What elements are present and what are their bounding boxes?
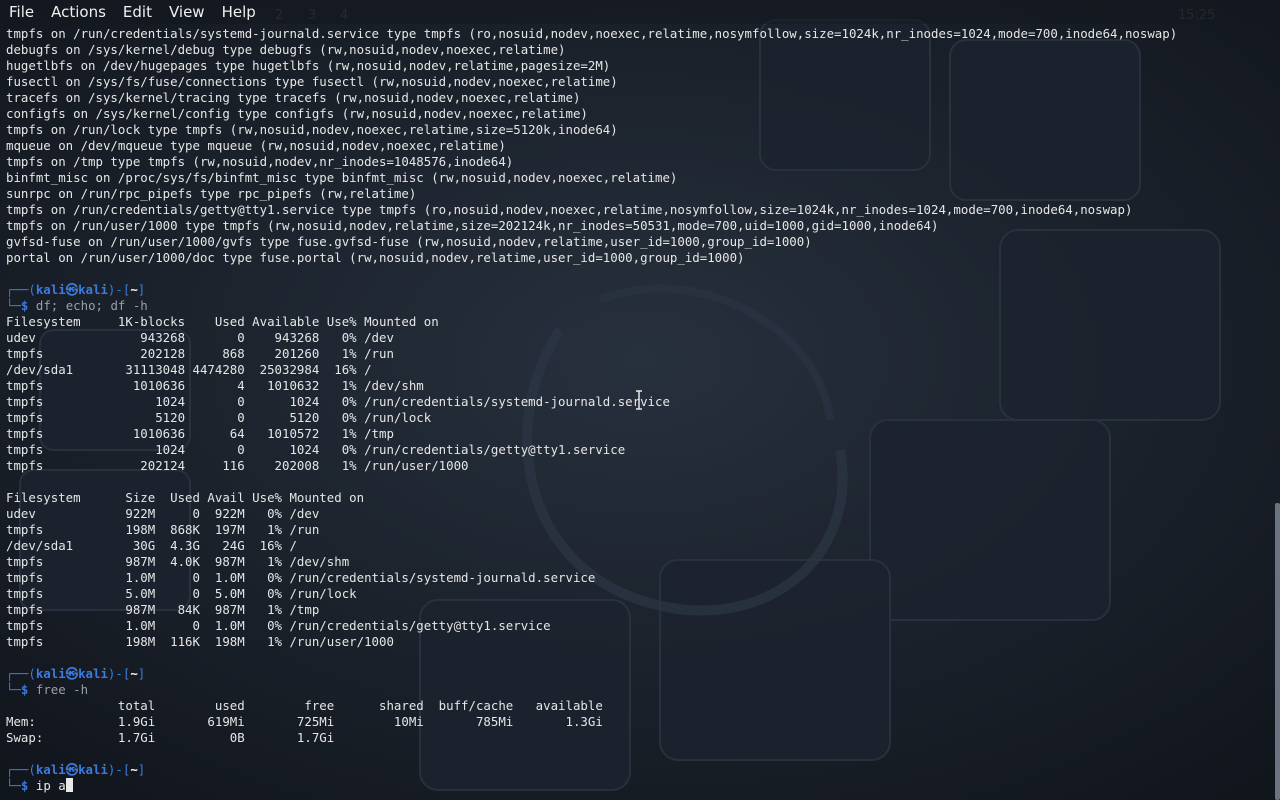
mount-output-line: sunrpc on /run/rpc_pipefs type rpc_pipef… bbox=[6, 186, 417, 201]
prompt-input-line: └─$ df; echo; df -h bbox=[6, 298, 1274, 314]
menu-actions[interactable]: Actions bbox=[43, 3, 115, 21]
df-output-line bbox=[6, 474, 1274, 490]
prompt-user: kali bbox=[35, 282, 66, 297]
free-output-line: Mem: 1.9Gi 619Mi 725Mi 10Mi 785Mi 1.3Gi bbox=[6, 714, 603, 729]
prompt-host: kali bbox=[78, 666, 108, 681]
prompt-dir: ~ bbox=[130, 762, 138, 777]
mount-output-line: hugetlbfs on /dev/hugepages type hugetlb… bbox=[6, 58, 611, 73]
prompt-frame: └─ bbox=[6, 298, 21, 313]
df-output-line: tmpfs 1.0M 0 1.0M 0% /run/credentials/ge… bbox=[6, 618, 551, 633]
mount-output-line: tmpfs on /run/user/1000 type tmpfs (rw,n… bbox=[6, 218, 939, 233]
mount-output-line: mqueue on /dev/mqueue type mqueue (rw,no… bbox=[6, 138, 506, 153]
prompt-input-line: └─$ ip a bbox=[6, 778, 1274, 794]
prompt-user: kali bbox=[35, 666, 66, 681]
df-output-line: tmpfs 987M 84K 987M 1% /tmp bbox=[6, 602, 320, 617]
df-output-line: tmpfs 202124 116 202008 1% /run/user/100… bbox=[6, 458, 469, 473]
mount-output-line: binfmt_misc on /proc/sys/fs/binfmt_misc … bbox=[6, 170, 678, 185]
prompt-frame: ┌──( bbox=[6, 282, 36, 297]
df-output-line: Filesystem Size Used Avail Use% Mounted … bbox=[6, 490, 365, 505]
mount-output-line: portal on /run/user/1000/doc type fuse.p… bbox=[6, 250, 745, 265]
text-cursor-icon bbox=[636, 390, 642, 410]
menu-file[interactable]: File bbox=[0, 3, 43, 21]
prompt-dir: ~ bbox=[130, 666, 138, 681]
menu-help[interactable]: Help bbox=[214, 3, 265, 21]
prompt-frame: ┌──( bbox=[6, 762, 36, 777]
df-output-line: tmpfs 987M 4.0K 987M 1% /dev/shm bbox=[6, 554, 350, 569]
df-output-line: tmpfs 1.0M 0 1.0M 0% /run/credentials/sy… bbox=[6, 570, 596, 585]
terminal-menubar: File Actions Edit View Help bbox=[0, 0, 1280, 24]
mount-output-line: tracefs on /sys/kernel/tracing type trac… bbox=[6, 90, 581, 105]
prompt-at-symbol: ㉿ bbox=[65, 762, 79, 777]
prompt-frame: ┌──( bbox=[6, 666, 36, 681]
prompt-frame: ] bbox=[137, 282, 146, 297]
mount-output-line: tmpfs on /run/credentials/getty@tty1.ser… bbox=[6, 202, 1133, 217]
prompt-header: ┌──(kali㉿kali)-[~] bbox=[6, 666, 1274, 682]
prompt-frame: )-[ bbox=[107, 666, 131, 681]
prompt-frame: )-[ bbox=[107, 282, 131, 297]
df-output-line: tmpfs 5120 0 5120 0% /run/lock bbox=[6, 410, 432, 425]
df-output-line: tmpfs 1024 0 1024 0% /run/credentials/ge… bbox=[6, 442, 626, 457]
prompt-frame: └─ bbox=[6, 682, 21, 697]
mount-output-line: tmpfs on /run/credentials/systemd-journa… bbox=[6, 26, 1178, 41]
command-text: free -h bbox=[35, 682, 89, 697]
mount-output-line: tmpfs on /run/lock type tmpfs (rw,nosuid… bbox=[6, 122, 618, 137]
menu-view[interactable]: View bbox=[161, 3, 214, 21]
df-output-line: Filesystem 1K-blocks Used Available Use%… bbox=[6, 314, 439, 329]
df-output-line: tmpfs 1010636 64 1010572 1% /tmp bbox=[6, 426, 394, 441]
terminal-output[interactable]: tmpfs on /run/credentials/systemd-journa… bbox=[6, 26, 1274, 800]
mount-output-line: gvfsd-fuse on /run/user/1000/gvfs type f… bbox=[6, 234, 812, 249]
df-output-line: tmpfs 202128 868 201260 1% /run bbox=[6, 346, 394, 361]
prompt-host: kali bbox=[78, 282, 108, 297]
mount-output-line: configfs on /sys/kernel/config type conf… bbox=[6, 106, 588, 121]
df-output-line: udev 943268 0 943268 0% /dev bbox=[6, 330, 394, 345]
mount-output-line: fusectl on /sys/fs/fuse/connections type… bbox=[6, 74, 618, 89]
df-output-line: /dev/sda1 30G 4.3G 24G 16% / bbox=[6, 538, 297, 553]
command-text: df; echo; df -h bbox=[35, 298, 148, 313]
df-output-line: tmpfs 198M 868K 197M 1% /run bbox=[6, 522, 320, 537]
prompt-at-symbol: ㉿ bbox=[65, 282, 79, 297]
command-input[interactable]: ip a bbox=[36, 778, 66, 793]
prompt-host: kali bbox=[78, 762, 108, 777]
prompt-dir: ~ bbox=[130, 282, 138, 297]
menu-edit[interactable]: Edit bbox=[115, 3, 161, 21]
free-output-line: Swap: 1.7Gi 0B 1.7Gi bbox=[6, 730, 335, 745]
free-output-line: total used free shared buff/cache availa… bbox=[6, 698, 603, 713]
df-output-line: udev 922M 0 922M 0% /dev bbox=[6, 506, 320, 521]
df-output-line: tmpfs 198M 116K 198M 1% /run/user/1000 bbox=[6, 634, 394, 649]
prompt-at-symbol: ㉿ bbox=[65, 666, 79, 681]
prompt-user: kali bbox=[35, 762, 66, 777]
prompt-input-line: └─$ free -h bbox=[6, 682, 1274, 698]
df-output-line: /dev/sda1 31113048 4474280 25032984 16% … bbox=[6, 362, 372, 377]
prompt-frame: └─ bbox=[6, 778, 21, 793]
mount-output-line: debugfs on /sys/kernel/debug type debugf… bbox=[6, 42, 566, 57]
prompt-frame: ] bbox=[137, 666, 146, 681]
prompt-frame: ] bbox=[137, 762, 146, 777]
mount-output-line: tmpfs on /tmp type tmpfs (rw,nosuid,node… bbox=[6, 154, 514, 169]
df-output-line: tmpfs 5.0M 0 5.0M 0% /run/lock bbox=[6, 586, 357, 601]
terminal-cursor bbox=[65, 778, 73, 792]
prompt-header: ┌──(kali㉿kali)-[~] bbox=[6, 762, 1274, 778]
prompt-header: ┌──(kali㉿kali)-[~] bbox=[6, 282, 1274, 298]
prompt-frame: )-[ bbox=[107, 762, 131, 777]
terminal-scrollbar[interactable] bbox=[1275, 503, 1280, 800]
